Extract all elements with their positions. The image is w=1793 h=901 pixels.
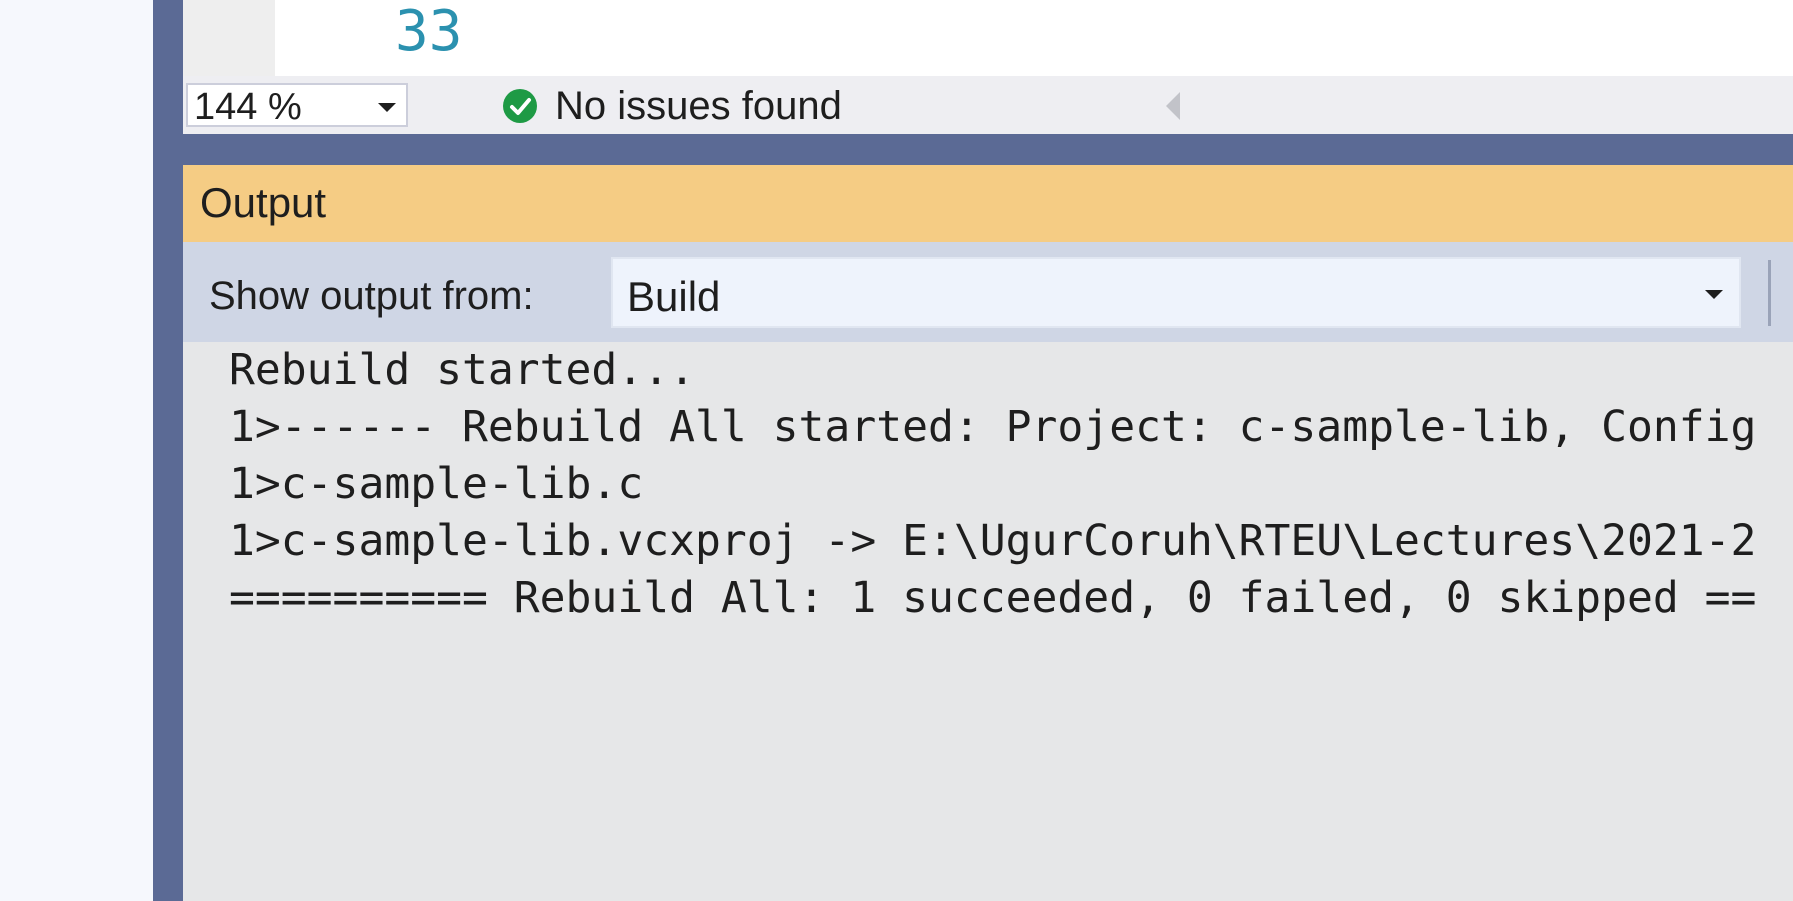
panel-separator bbox=[183, 134, 1793, 165]
output-source-dropdown[interactable]: Build bbox=[611, 257, 1741, 328]
window-frame-bar bbox=[153, 0, 183, 901]
zoom-value: 144 % bbox=[194, 86, 302, 128]
output-source-value: Build bbox=[627, 273, 721, 320]
show-output-label: Show output from: bbox=[209, 274, 534, 318]
issues-indicator[interactable]: No issues found bbox=[503, 84, 842, 128]
output-panel-header[interactable]: Output bbox=[183, 165, 1793, 242]
output-line: 1>c-sample-lib.vcxproj -> E:\UgurCoruh\R… bbox=[229, 516, 1757, 566]
output-line: 1>------ Rebuild All started: Project: c… bbox=[229, 402, 1757, 452]
background-left bbox=[0, 0, 153, 901]
line-number: 33 bbox=[395, 0, 463, 64]
output-toolbar: Show output from: Build bbox=[183, 242, 1793, 342]
check-circle-icon bbox=[503, 89, 537, 123]
issues-text: No issues found bbox=[555, 84, 842, 128]
code-editor[interactable]: 33 bbox=[183, 0, 1793, 76]
zoom-dropdown[interactable]: 144 % bbox=[186, 83, 408, 127]
output-line: 1>c-sample-lib.c bbox=[229, 459, 644, 509]
scroll-left-icon[interactable] bbox=[1166, 92, 1180, 120]
output-text-area[interactable]: Rebuild started... 1>------ Rebuild All … bbox=[183, 342, 1793, 901]
chevron-down-icon bbox=[378, 103, 396, 112]
output-line: Rebuild started... bbox=[229, 345, 695, 395]
output-panel-title: Output bbox=[200, 179, 327, 226]
editor-status-bar: 144 % No issues found bbox=[183, 76, 1793, 134]
output-lines: Rebuild started... 1>------ Rebuild All … bbox=[229, 342, 1756, 627]
toolbar-divider bbox=[1768, 260, 1771, 326]
chevron-down-icon bbox=[1705, 290, 1723, 299]
editor-gutter bbox=[183, 0, 275, 76]
output-line: ========== Rebuild All: 1 succeeded, 0 f… bbox=[229, 573, 1757, 623]
